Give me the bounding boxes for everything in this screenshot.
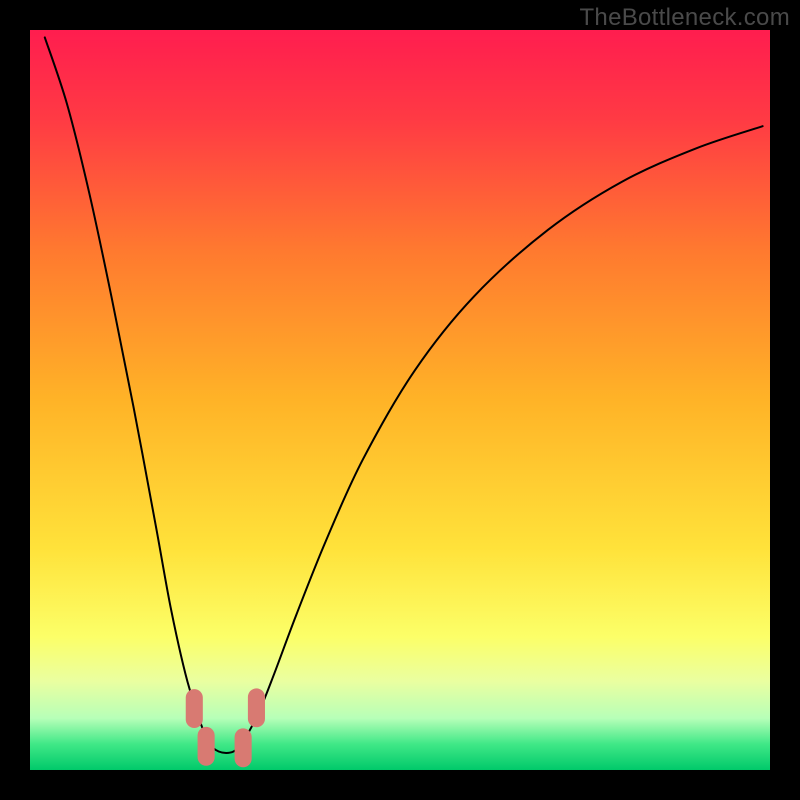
watermark-text: TheBottleneck.com [579,4,790,32]
marker-1 [198,727,215,766]
chart-background [30,30,770,770]
chart-stage: TheBottleneck.com [0,0,800,800]
marker-0 [186,689,203,728]
marker-3 [248,688,265,727]
marker-2 [235,728,252,767]
bottleneck-chart [0,0,800,800]
